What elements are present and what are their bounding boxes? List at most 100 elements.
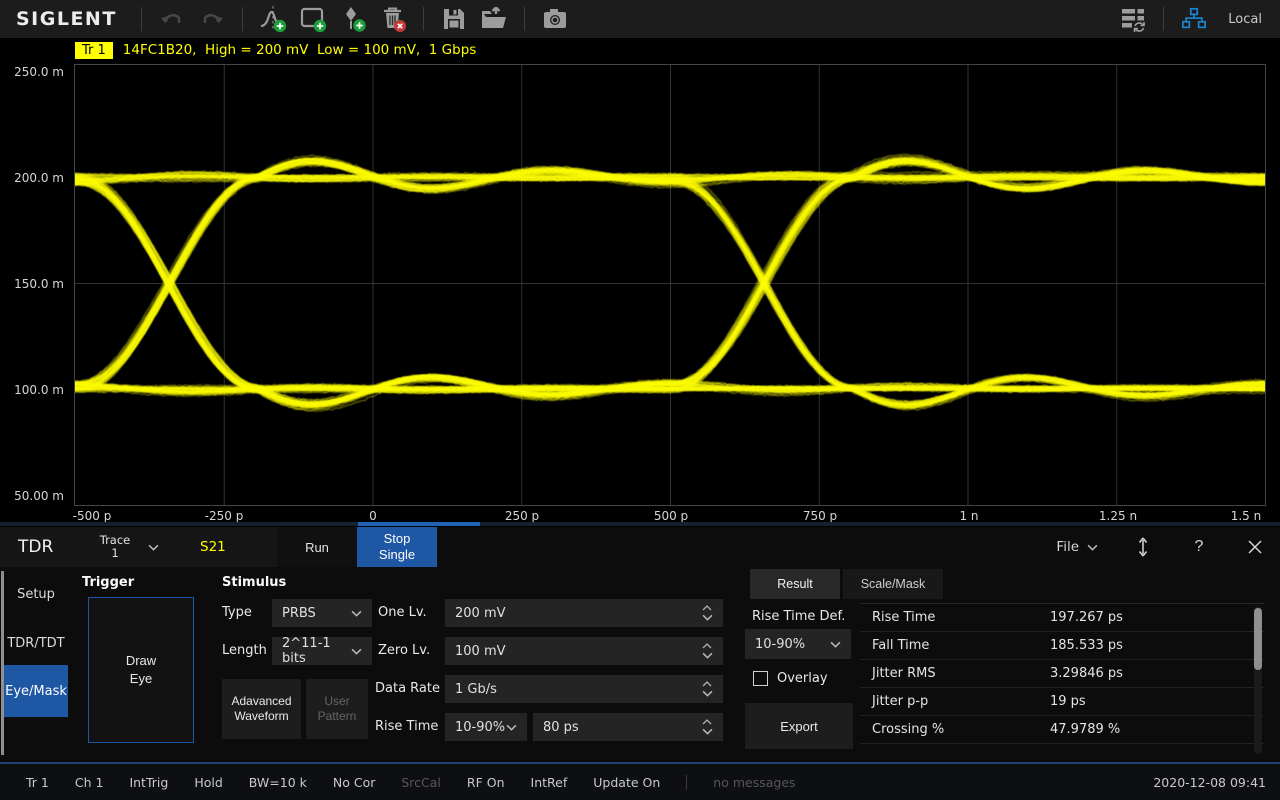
panel-title: TDR bbox=[18, 527, 53, 567]
sidebar-item-eye-mask[interactable]: Eye/Mask bbox=[4, 665, 68, 717]
tab-scale-mask[interactable]: Scale/Mask bbox=[843, 569, 943, 599]
local-remote-label[interactable]: Local bbox=[1228, 12, 1262, 27]
advanced-waveform-button[interactable]: Adavanced Waveform bbox=[222, 679, 301, 739]
panel-resize-button[interactable] bbox=[1132, 533, 1154, 561]
undo-button[interactable] bbox=[152, 2, 192, 36]
status-srccal[interactable]: SrcCal bbox=[401, 775, 441, 790]
result-label: Jitter p-p bbox=[872, 694, 1050, 709]
run-button[interactable]: Run bbox=[277, 527, 357, 567]
status-trigger[interactable]: IntTrig bbox=[129, 775, 168, 790]
file-menu[interactable]: File bbox=[1056, 539, 1098, 555]
rise-time-def-label: Rise Time Def. bbox=[752, 609, 845, 624]
table-row: Crossing % 47.9789 % bbox=[860, 716, 1264, 744]
rise-time-label: Rise Time bbox=[375, 713, 438, 741]
status-channel[interactable]: Ch 1 bbox=[75, 775, 104, 790]
rise-time-def-select[interactable]: 10-90% bbox=[445, 713, 527, 741]
result-value: 197.267 ps bbox=[1050, 610, 1123, 625]
close-panel-button[interactable] bbox=[1244, 533, 1266, 561]
s-parameter-label: S21 bbox=[200, 527, 226, 567]
stop-single-button[interactable]: Stop Single bbox=[357, 527, 437, 567]
y-tick-label: 250.0 m bbox=[0, 64, 64, 80]
one-level-stepper[interactable]: 200 mV bbox=[445, 599, 723, 627]
toolbar-divider bbox=[242, 7, 243, 31]
zero-level-label: Zero Lv. bbox=[378, 637, 430, 665]
sidebar-item-tdr-tdt[interactable]: TDR/TDT bbox=[4, 625, 68, 661]
trace-selector[interactable]: Trace 1 bbox=[92, 527, 159, 567]
tab-result[interactable]: Result bbox=[750, 569, 840, 599]
status-hold[interactable]: Hold bbox=[194, 775, 222, 790]
spinner-arrows-icon[interactable] bbox=[702, 605, 713, 621]
plot-area[interactable] bbox=[74, 64, 1266, 506]
user-pattern-button[interactable]: User Pattern bbox=[306, 679, 368, 739]
status-divider bbox=[686, 775, 687, 790]
overlay-option: Overlay bbox=[753, 671, 828, 686]
recall-button[interactable] bbox=[474, 2, 514, 36]
status-trace[interactable]: Tr 1 bbox=[26, 775, 49, 790]
draw-eye-button[interactable]: Draw Eye bbox=[88, 597, 194, 743]
horizontal-scrollbar[interactable] bbox=[0, 522, 1280, 526]
results-scrollbar-thumb[interactable] bbox=[1254, 608, 1262, 670]
panel-sidebar: Setup TDR/TDT Eye/Mask bbox=[0, 567, 68, 762]
y-tick-label: 200.0 m bbox=[0, 170, 64, 186]
status-update[interactable]: Update On bbox=[593, 775, 660, 790]
x-tick-label: 0 bbox=[343, 509, 403, 523]
result-rise-time-def-select[interactable]: 10-90% bbox=[745, 629, 851, 659]
status-bandwidth[interactable]: BW=10 k bbox=[249, 775, 307, 790]
save-button[interactable] bbox=[434, 2, 474, 36]
table-row: Jitter RMS 3.29846 ps bbox=[860, 660, 1264, 688]
data-rate-stepper[interactable]: 1 Gb/s bbox=[445, 675, 723, 703]
spinner-arrows-icon[interactable] bbox=[702, 681, 713, 697]
toolbar-right: Local bbox=[1113, 2, 1270, 36]
overlay-checkbox[interactable] bbox=[753, 671, 768, 686]
delete-trace-button[interactable] bbox=[373, 2, 413, 36]
siglent-tdr-screen: SIGLENT bbox=[0, 0, 1280, 800]
chevron-down-icon bbox=[1087, 544, 1098, 551]
screenshot-button[interactable] bbox=[535, 2, 575, 36]
lan-status-button[interactable] bbox=[1174, 2, 1214, 36]
export-button[interactable]: Export bbox=[745, 703, 853, 749]
sidebar-item-setup[interactable]: Setup bbox=[4, 576, 68, 612]
zero-level-stepper[interactable]: 100 mV bbox=[445, 637, 723, 665]
one-level-value: 200 mV bbox=[455, 606, 506, 621]
x-tick-label: 750 p bbox=[790, 509, 850, 523]
type-select[interactable]: PRBS bbox=[272, 599, 372, 627]
status-datetime[interactable]: 2020-12-08 09:41 bbox=[1153, 775, 1266, 790]
table-row: Jitter p-p 19 ps bbox=[860, 688, 1264, 716]
y-tick-label: 50.00 m bbox=[0, 488, 64, 504]
horizontal-scrollbar-thumb[interactable] bbox=[358, 522, 480, 526]
redo-button[interactable] bbox=[192, 2, 232, 36]
status-reference[interactable]: IntRef bbox=[531, 775, 568, 790]
spinner-arrows-icon[interactable] bbox=[702, 643, 713, 659]
chevron-down-icon bbox=[351, 648, 362, 655]
windows-layout-button[interactable] bbox=[1113, 2, 1153, 36]
add-marker-button[interactable] bbox=[333, 2, 373, 36]
eye-diagram-canvas[interactable] bbox=[75, 65, 1265, 505]
trace-badge[interactable]: Tr 1 bbox=[75, 42, 113, 59]
add-marker-icon bbox=[338, 4, 368, 34]
spinner-arrows-icon[interactable] bbox=[702, 719, 713, 735]
status-message: no messages bbox=[713, 775, 795, 790]
top-toolbar: SIGLENT bbox=[0, 0, 1280, 38]
table-row: Rise Time 197.267 ps bbox=[860, 604, 1264, 632]
x-tick-label: -500 p bbox=[62, 509, 122, 523]
trace-selector-value: 1 bbox=[111, 547, 118, 560]
stimulus-group-label: Stimulus bbox=[222, 575, 286, 590]
help-button[interactable]: ? bbox=[1188, 533, 1210, 561]
add-window-button[interactable] bbox=[293, 2, 333, 36]
chevron-down-icon bbox=[351, 610, 362, 617]
rise-time-stepper[interactable]: 80 ps bbox=[533, 713, 723, 741]
status-rf[interactable]: RF On bbox=[467, 775, 505, 790]
x-tick-label: -250 p bbox=[194, 509, 254, 523]
length-select[interactable]: 2^11-1 bits bbox=[272, 637, 372, 665]
close-icon bbox=[1247, 539, 1263, 555]
add-trace-button[interactable] bbox=[253, 2, 293, 36]
y-tick-label: 150.0 m bbox=[0, 276, 64, 292]
length-select-value: 2^11-1 bits bbox=[282, 636, 351, 666]
chevron-down-icon bbox=[148, 544, 159, 551]
undo-icon bbox=[159, 6, 185, 32]
screenshot-icon bbox=[541, 5, 569, 33]
status-correction[interactable]: No Cor bbox=[333, 775, 376, 790]
x-tick-label: 1.25 n bbox=[1088, 509, 1148, 523]
results-scrollbar[interactable] bbox=[1254, 606, 1262, 754]
trace-selector-labels: Trace 1 bbox=[92, 534, 138, 560]
